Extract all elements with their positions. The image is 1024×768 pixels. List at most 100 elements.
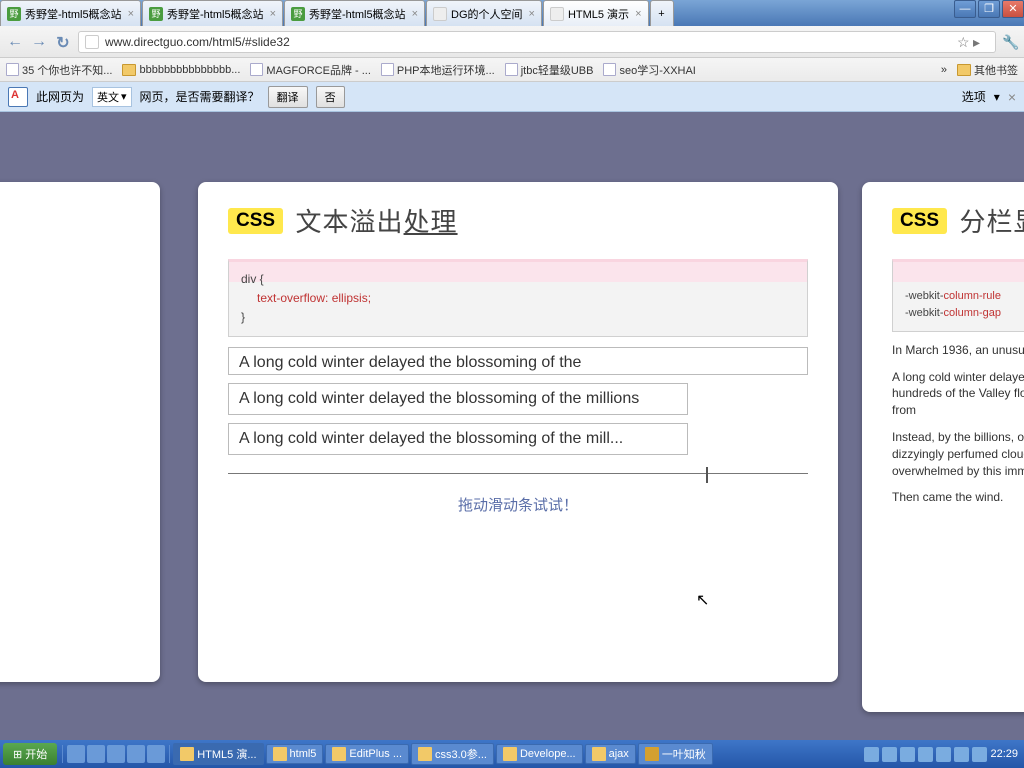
tray-icon[interactable] (918, 747, 933, 762)
paragraph: A long cold winter delayed the millions … (892, 369, 1024, 419)
app-icon (180, 747, 194, 761)
slider-handle[interactable] (706, 467, 708, 483)
bookmark-item[interactable]: bbbbbbbbbbbbbbb... (122, 64, 240, 76)
taskbar-item[interactable]: 一叶知秋 (638, 743, 713, 765)
back-button[interactable]: ← (6, 33, 24, 51)
bookmark-star-icon[interactable]: ☆ (957, 34, 973, 50)
tab-4[interactable]: DG的个人空间× (426, 0, 542, 26)
taskbar-item[interactable]: EditPlus ... (325, 744, 409, 764)
other-bookmarks[interactable]: 其他书签 (957, 62, 1018, 78)
ql-icon[interactable] (107, 745, 125, 763)
code-block: -webkit-column-cou -webkit-column-rule -… (892, 259, 1024, 332)
no-button[interactable]: 否 (316, 86, 345, 108)
css-badge: CSS (228, 208, 283, 234)
tab-1[interactable]: 野秀野堂-html5概念站× (0, 0, 141, 26)
minimize-button[interactable]: — (954, 0, 976, 18)
tray-icon[interactable] (900, 747, 915, 762)
code-block: div { text-overflow: ellipsis; } (228, 259, 808, 337)
options-link[interactable]: 选项 (962, 88, 986, 105)
slide-title: 分栏显示 (960, 202, 1024, 239)
translate-bar: 此网页为 英文▾ 网页，是否需要翻译？ 翻译 否 选项▾ × (0, 82, 1024, 112)
bookmark-item[interactable]: PHP本地运行环境... (381, 62, 495, 78)
language-select[interactable]: 英文▾ (92, 87, 132, 107)
page-icon (505, 63, 518, 76)
app-icon (592, 747, 606, 761)
clock[interactable]: 22:29 (990, 748, 1018, 760)
tab-3[interactable]: 野秀野堂-html5概念站× (284, 0, 425, 26)
task-label: Develope... (520, 748, 576, 760)
maximize-button[interactable]: ❐ (978, 0, 1000, 18)
task-label: HTML5 演... (197, 746, 256, 762)
ql-icon[interactable] (127, 745, 145, 763)
close-bar-icon[interactable]: × (1008, 89, 1016, 105)
tray-icon[interactable] (882, 747, 897, 762)
translate-button[interactable]: 翻译 (268, 86, 308, 108)
slide-previous: LeagueGothic font (0, 182, 160, 682)
paragraph: In March 1936, an unusual occurred in Sa… (892, 342, 1024, 359)
tab-2[interactable]: 野秀野堂-html5概念站× (142, 0, 283, 26)
close-icon[interactable]: × (635, 8, 641, 20)
ql-icon[interactable] (67, 745, 85, 763)
new-tab-button[interactable]: + (650, 0, 674, 26)
bookmark-label: PHP本地运行环境... (397, 62, 495, 78)
chevron-down-icon: ▾ (994, 90, 1000, 104)
code-line: div { (241, 270, 795, 289)
task-label: EditPlus ... (349, 748, 402, 760)
translate-text: 此网页为 (36, 88, 84, 105)
reload-button[interactable]: ↻ (54, 33, 72, 51)
close-icon[interactable]: × (128, 8, 134, 20)
close-icon[interactable]: × (529, 8, 535, 20)
tab-label: HTML5 演示 (568, 6, 629, 22)
slide-title: 文本溢出处理 (296, 202, 458, 239)
quick-launch (62, 745, 170, 763)
code-line: -webkit-column-cou (905, 270, 1024, 288)
forward-button[interactable]: → (30, 33, 48, 51)
dropdown-icon[interactable]: ▸ (973, 34, 989, 50)
tab-label: 秀野堂-html5概念站 (25, 6, 122, 22)
translate-icon (8, 87, 28, 107)
address-bar[interactable]: www.directguo.com/html5/#slide32 ☆ ▸ (78, 31, 996, 53)
folder-icon (122, 64, 136, 76)
tab-active[interactable]: HTML5 演示 × (543, 0, 649, 26)
app-icon (273, 747, 287, 761)
paragraph: Instead, by the billions, once. Seemingl… (892, 429, 1024, 479)
tray-icon[interactable] (954, 747, 969, 762)
ql-icon[interactable] (87, 745, 105, 763)
close-icon[interactable]: × (270, 8, 276, 20)
start-button[interactable]: ⊞开始 (3, 743, 57, 765)
tray-icon[interactable] (864, 747, 879, 762)
close-window-button[interactable]: ✕ (1002, 0, 1024, 18)
bookmark-label: MAGFORCE品牌 - ... (266, 62, 371, 78)
slider-track[interactable] (228, 473, 808, 474)
select-value: 英文 (97, 89, 119, 105)
taskbar-item[interactable]: HTML5 演... (173, 743, 263, 765)
taskbar-item[interactable]: css3.0参... (411, 743, 494, 765)
ql-icon[interactable] (147, 745, 165, 763)
favicon-icon (433, 7, 447, 21)
overflow-demo-box: A long cold winter delayed the blossomin… (228, 347, 808, 375)
bookmark-item[interactable]: jtbc轻量级UBB (505, 62, 594, 78)
page-icon (381, 63, 394, 76)
slide-next: CSS 分栏显示 -webkit-column-cou -webkit-colu… (862, 182, 1024, 712)
taskbar-item[interactable]: html5 (266, 744, 324, 764)
bookmark-item[interactable]: MAGFORCE品牌 - ... (250, 62, 371, 78)
favicon-icon (550, 7, 564, 21)
tray-icon[interactable] (972, 747, 987, 762)
taskbar: ⊞开始 HTML5 演... html5 EditPlus ... css3.0… (0, 740, 1024, 768)
app-icon (645, 747, 659, 761)
bookmark-item[interactable]: seo学习-XXHAI (603, 62, 695, 78)
system-tray: 22:29 (858, 747, 1024, 762)
bookmarks-bar: 35 个你也许不知... bbbbbbbbbbbbbbb... MAGFORCE… (0, 58, 1024, 82)
overflow-demo-box: A long cold winter delayed the blossomin… (228, 383, 688, 415)
taskbar-item[interactable]: ajax (585, 744, 636, 764)
taskbar-item[interactable]: Develope... (496, 744, 583, 764)
page-content: LeagueGothic font CSS 文本溢出处理 div { text-… (0, 112, 1024, 740)
start-label: 开始 (25, 746, 47, 762)
wrench-icon[interactable]: 🔧 (1002, 34, 1018, 50)
browser-tabstrip: 野秀野堂-html5概念站× 野秀野堂-html5概念站× 野秀野堂-html5… (0, 0, 1024, 26)
app-icon (503, 747, 517, 761)
bookmark-item[interactable]: 35 个你也许不知... (6, 62, 112, 78)
overflow-chevron-icon[interactable]: » (941, 64, 947, 76)
close-icon[interactable]: × (412, 8, 418, 20)
tray-icon[interactable] (936, 747, 951, 762)
